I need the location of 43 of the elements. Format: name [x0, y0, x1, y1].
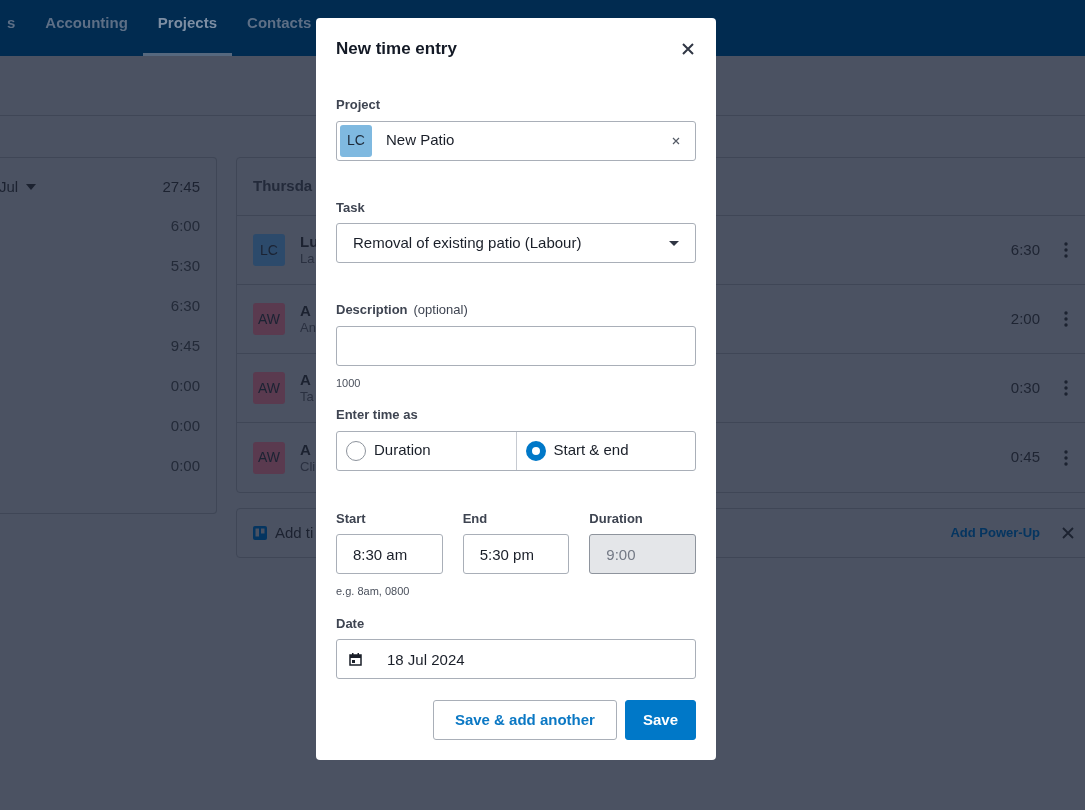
dialog-title: New time entry	[336, 38, 457, 60]
end-time-field[interactable]: 5:30 pm	[462, 534, 570, 574]
avatar: AW	[253, 303, 285, 335]
close-icon[interactable]	[1062, 527, 1074, 539]
format-hint: e.g. 8am, 0800	[336, 584, 411, 599]
field-label: Date	[336, 614, 366, 633]
board-icon	[253, 526, 267, 540]
radio-button[interactable]	[525, 440, 546, 461]
caret-icon	[669, 240, 679, 246]
task-dropdown[interactable]: Removal of existing patio (Labour)	[336, 223, 696, 263]
start-time-field[interactable]: 8:30 am	[336, 534, 443, 574]
field-label: Description	[336, 301, 408, 319]
character-counter: 1000	[336, 375, 362, 391]
close-icon	[682, 43, 694, 55]
field-label: Duration	[589, 509, 644, 528]
clear-icon[interactable]	[672, 136, 680, 145]
close-button[interactable]	[680, 41, 696, 57]
time-mode-option[interactable]: Duration	[337, 431, 516, 470]
save-and-add-button[interactable]: Save & add another	[432, 700, 617, 740]
description-field[interactable]	[336, 325, 696, 366]
caret-icon[interactable]	[26, 184, 37, 190]
date-field[interactable]: 18 Jul 2024	[336, 639, 696, 679]
field-label: End	[462, 509, 489, 528]
nav-tab[interactable]: s	[0, 0, 31, 56]
project-field[interactable]: LC New Patio	[336, 120, 696, 161]
field-label: Task	[336, 198, 366, 217]
nav-tab[interactable]: Accounting	[30, 0, 143, 56]
kebab-menu-icon[interactable]	[1064, 380, 1068, 396]
kebab-menu-icon[interactable]	[1064, 449, 1068, 466]
nav-tab[interactable]: Projects	[142, 0, 233, 56]
time-mode-option[interactable]: Start & end	[515, 431, 695, 470]
calendar-icon[interactable]	[349, 653, 362, 666]
kebab-menu-icon[interactable]	[1064, 242, 1068, 258]
avatar: AW	[253, 441, 285, 474]
project-avatar: LC	[340, 124, 372, 157]
field-label: Enter time as	[336, 406, 419, 424]
optional-note: (optional)	[413, 301, 468, 319]
save-button[interactable]: Save	[624, 700, 696, 740]
avatar: LC	[253, 234, 285, 266]
field-label: Project	[336, 96, 382, 114]
field-label: Start	[336, 509, 367, 528]
avatar: AW	[253, 372, 285, 404]
kebab-menu-icon[interactable]	[1064, 311, 1068, 327]
